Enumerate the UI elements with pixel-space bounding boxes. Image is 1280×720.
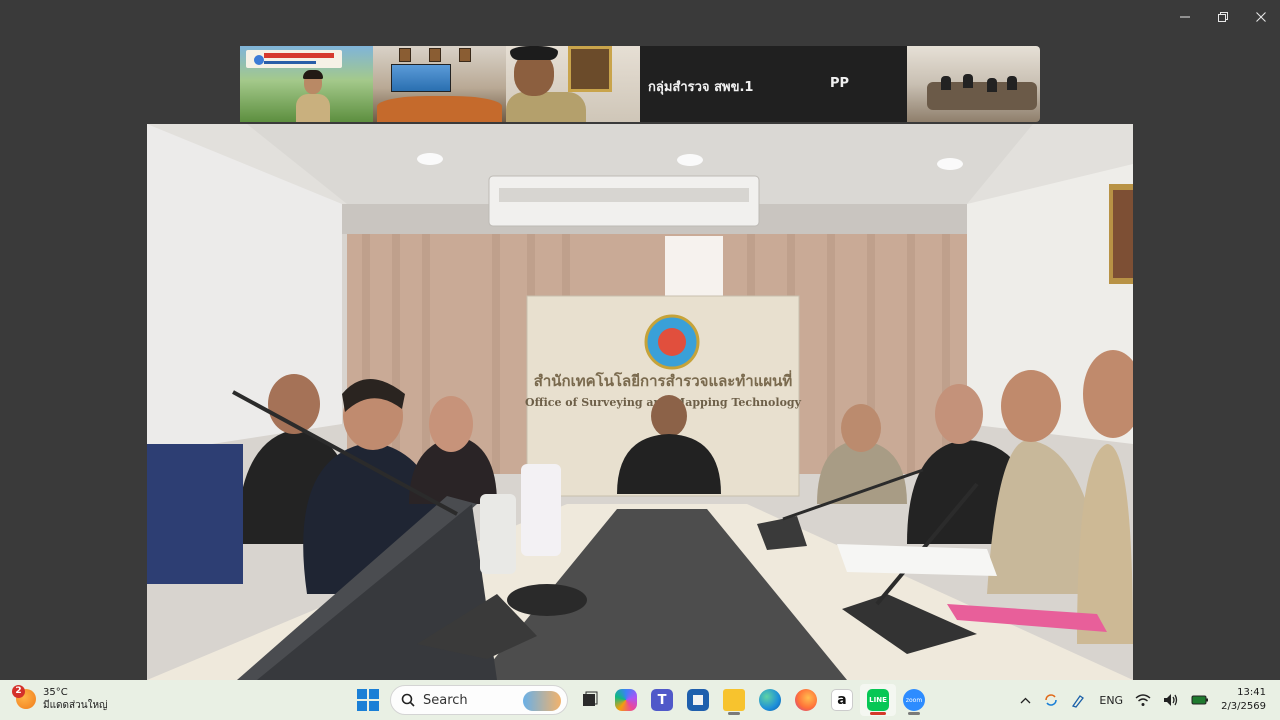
- sync-icon[interactable]: [1037, 680, 1065, 720]
- edge-icon[interactable]: [752, 684, 788, 716]
- chevron-up-icon[interactable]: [1014, 680, 1037, 720]
- participant-tile[interactable]: [240, 46, 373, 122]
- banner-image: [246, 50, 342, 68]
- weather-widget[interactable]: 2 35°C มีแดดส่วนใหญ่: [12, 685, 108, 712]
- main-video[interactable]: สำนักเทคโนโลยีการสำรวจและทำแผนที่ Office…: [147, 124, 1133, 680]
- search-input[interactable]: Search: [390, 685, 568, 715]
- participant-tile[interactable]: [506, 46, 640, 122]
- room-screen: [391, 64, 451, 92]
- start-button[interactable]: [350, 684, 386, 716]
- line-icon[interactable]: LINE: [860, 684, 896, 716]
- taskbar-apps: Search T a LINE zoom: [350, 684, 932, 716]
- battery-icon[interactable]: [1185, 680, 1215, 720]
- clock-date: 2/3/2569: [1221, 701, 1266, 712]
- firefox-icon[interactable]: [788, 684, 824, 716]
- file-explorer-icon[interactable]: [572, 684, 608, 716]
- search-label: Search: [423, 692, 468, 708]
- minimize-icon[interactable]: [1166, 0, 1204, 34]
- portrait-image: [568, 46, 612, 92]
- sign-thai-text: สำนักเทคโนโลยีการสำรวจและทำแผนที่: [534, 370, 793, 390]
- clock[interactable]: 13:41 2/3/2569: [1215, 686, 1280, 714]
- notification-badge: 2: [12, 685, 25, 698]
- system-tray: ENG 13:41 2/3/2569: [1014, 680, 1280, 720]
- teams-icon[interactable]: T: [644, 684, 680, 716]
- window-controls: [1166, 0, 1280, 34]
- participant-video: [377, 96, 502, 122]
- participant-tile[interactable]: [907, 46, 1040, 122]
- restore-icon[interactable]: [1204, 0, 1242, 34]
- participant-video: [296, 70, 330, 122]
- wifi-icon[interactable]: [1129, 680, 1157, 720]
- weather-icon: 2: [12, 685, 36, 709]
- language-indicator[interactable]: ENG: [1093, 680, 1129, 720]
- folder-icon[interactable]: [716, 684, 752, 716]
- search-highlight-image: [523, 691, 561, 711]
- participant-tile-names[interactable]: กลุ่มสำรวจ สพข.1 PP: [640, 46, 907, 122]
- pen-icon[interactable]: [1065, 680, 1093, 720]
- participant-tile[interactable]: [373, 46, 506, 122]
- meeting-room-scene: สำนักเทคโนโลยีการสำรวจและทำแผนที่ Office…: [147, 124, 1133, 680]
- participant-strip: กลุ่มสำรวจ สพข.1 PP: [240, 46, 1040, 122]
- amazon-icon[interactable]: a: [824, 684, 860, 716]
- volume-icon[interactable]: [1157, 680, 1185, 720]
- participant-name: PP: [830, 76, 850, 91]
- taskbar: 2 35°C มีแดดส่วนใหญ่ Search T a LINE zoo…: [0, 680, 1280, 720]
- store-icon[interactable]: [680, 684, 716, 716]
- weather-condition: มีแดดส่วนใหญ่: [43, 700, 108, 711]
- participant-name: กลุ่มสำรวจ สพข.1: [648, 80, 754, 95]
- windows-icon: [357, 689, 379, 711]
- weather-temp: 35°C: [43, 687, 68, 698]
- close-icon[interactable]: [1242, 0, 1280, 34]
- copilot-icon[interactable]: [608, 684, 644, 716]
- zoom-icon[interactable]: zoom: [896, 684, 932, 716]
- clock-time: 13:41: [1237, 687, 1266, 698]
- search-icon: [401, 693, 415, 707]
